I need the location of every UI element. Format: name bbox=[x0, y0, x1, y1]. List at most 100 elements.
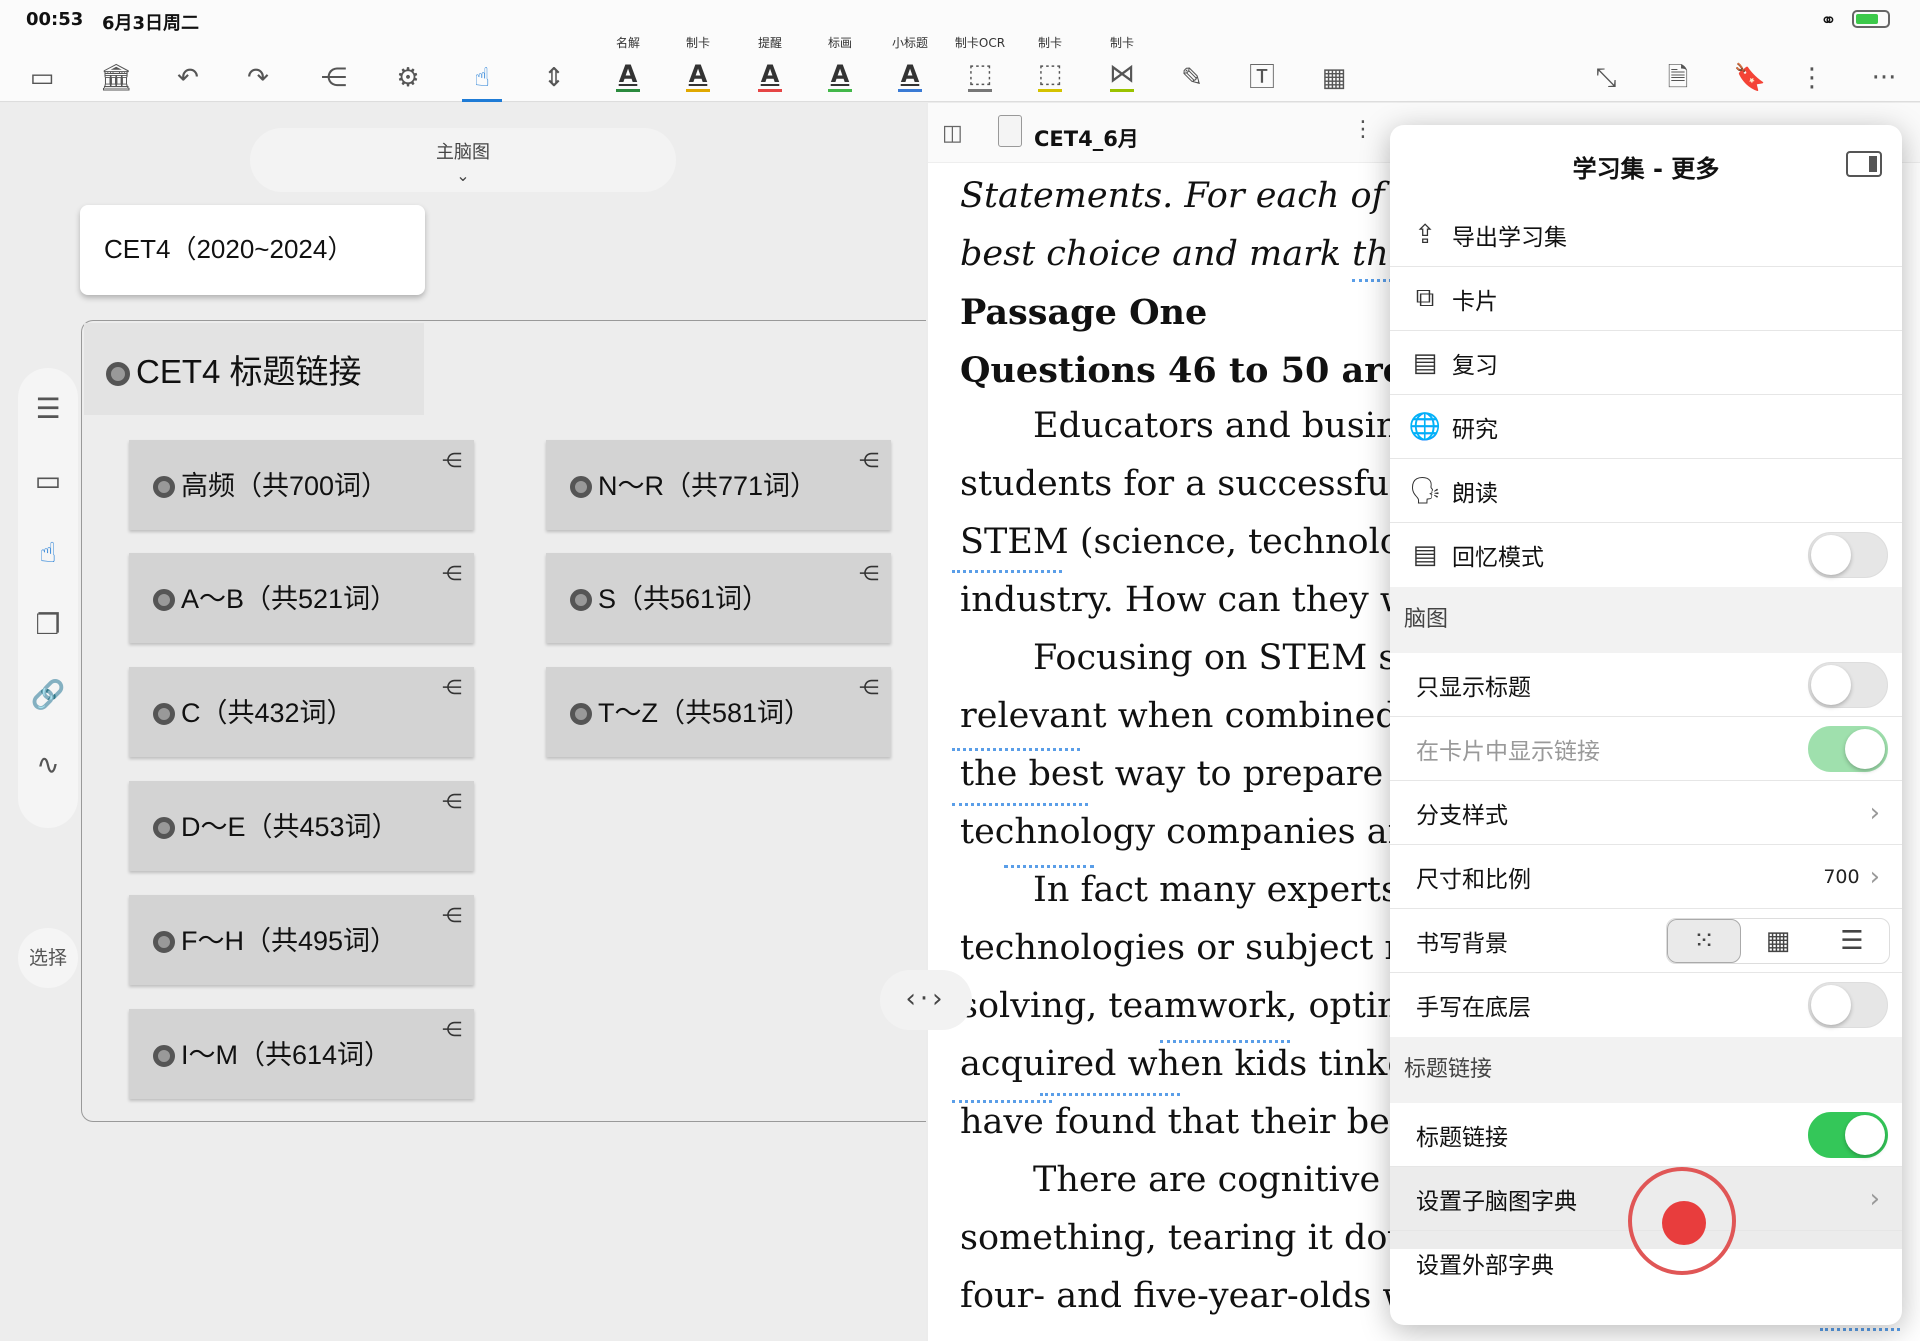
lasso-icon[interactable]: 制卡 ⋈ bbox=[1094, 36, 1150, 102]
main-mindmap-tab[interactable]: 主脑图 ⌄ bbox=[250, 128, 676, 192]
record-button[interactable] bbox=[1628, 1167, 1736, 1275]
tool-color-swatch bbox=[1110, 89, 1134, 92]
group-title-label: CET4 标题链接 bbox=[136, 353, 362, 390]
sidebar-panel-icon[interactable] bbox=[1846, 151, 1882, 177]
branch-icon[interactable]: ⋲ bbox=[859, 675, 879, 700]
pane-splitter-handle[interactable]: ‹·› bbox=[880, 970, 972, 1030]
branch-style-item[interactable]: 分支样式 › bbox=[1390, 781, 1902, 845]
lines-icon[interactable]: ☰ bbox=[1815, 919, 1889, 963]
branch-icon[interactable]: ⋲ bbox=[859, 561, 879, 586]
redo-icon[interactable]: ↷ bbox=[230, 40, 286, 102]
list-icon[interactable]: ☰ bbox=[18, 392, 78, 425]
branch-icon[interactable]: ⋲ bbox=[442, 789, 462, 814]
document-title[interactable]: CET4_6月 bbox=[1034, 123, 1139, 153]
mindmap-node[interactable]: N～R（共771词） ⋲ bbox=[546, 440, 891, 530]
node-label: D～E（共453词） bbox=[181, 812, 399, 842]
vertical-more-icon[interactable]: ⋮ bbox=[1352, 117, 1374, 142]
tool-caption: 制卡 bbox=[1109, 36, 1134, 50]
mindmap-node[interactable]: I～M（共614词） ⋲ bbox=[129, 1009, 474, 1099]
tool-glyph: ⬚ bbox=[967, 59, 993, 89]
left-tool-sidebar: ☰ ▭ ☝ ❐ 🔗 ∿ bbox=[18, 368, 78, 828]
tool-glyph: ↶ bbox=[177, 63, 199, 93]
title-link-toggle[interactable] bbox=[1808, 1111, 1888, 1158]
search-doc-icon[interactable]: 🗎 bbox=[1650, 40, 1706, 102]
collapse-icon[interactable]: ⤡ bbox=[1578, 40, 1634, 102]
document-line: Passage One bbox=[960, 292, 1208, 333]
gear-sync-icon[interactable]: ⚙ bbox=[380, 40, 436, 102]
node-label: I～M（共614词） bbox=[181, 1040, 392, 1070]
recall-mode-toggle[interactable] bbox=[1808, 532, 1888, 578]
link-icon[interactable]: 🔗 bbox=[18, 678, 78, 711]
group-title[interactable]: CET4 标题链接 bbox=[84, 323, 424, 415]
handwriting-bottom-toggle[interactable] bbox=[1808, 982, 1888, 1028]
rect-select-icon[interactable]: 制卡 ⬚ bbox=[1022, 36, 1078, 102]
export-set-item[interactable]: ⇪ 导出学习集 bbox=[1390, 203, 1902, 267]
writing-bg-item: 书写背景 ⁙ ▦ ☰ bbox=[1390, 909, 1902, 973]
mindmap-node[interactable]: A～B（共521词） ⋲ bbox=[129, 553, 474, 643]
textbox-icon[interactable]: 🅃 bbox=[1234, 40, 1290, 102]
bookmark-icon[interactable]: 🔖 bbox=[1722, 40, 1778, 102]
vertical-more-icon[interactable]: ⋮ bbox=[1784, 40, 1840, 102]
mindmap-node[interactable]: C（共432词） ⋲ bbox=[129, 667, 474, 757]
branch-icon[interactable]: ⋲ bbox=[442, 561, 462, 586]
mindmap-node[interactable]: 高频（共700词） ⋲ bbox=[129, 440, 474, 530]
mindmap-root-node[interactable]: CET4（2020~2024） bbox=[80, 205, 425, 295]
tool-glyph: ⇕ bbox=[543, 63, 565, 93]
text-highlight-icon[interactable]: 小标题 A bbox=[882, 36, 938, 102]
text-highlight-icon[interactable]: 标画 A bbox=[812, 36, 868, 102]
radio-icon bbox=[570, 589, 592, 611]
annotation-underline bbox=[952, 570, 1062, 573]
select-button[interactable]: 选择 bbox=[18, 928, 78, 988]
mindmap-node[interactable]: D～E（共453词） ⋲ bbox=[129, 781, 474, 871]
sidebar-toggle-icon[interactable]: ▭ bbox=[14, 40, 70, 102]
pointer-hand-icon[interactable]: ☝ bbox=[454, 40, 510, 102]
tool-glyph: 🅃 bbox=[1248, 63, 1275, 93]
review-item[interactable]: ▤ 复习 bbox=[1390, 331, 1902, 395]
image-icon[interactable]: ▦ bbox=[1306, 40, 1362, 102]
only-titles-item: 只显示标题 bbox=[1390, 653, 1902, 717]
document-line: the best way to prepare t bbox=[960, 754, 1409, 794]
tool-glyph: ⋲ bbox=[321, 63, 347, 93]
tool-glyph: ⋈ bbox=[1109, 59, 1135, 89]
tool-glyph: ▦ bbox=[1321, 63, 1347, 93]
tool-glyph: ⋮ bbox=[1799, 63, 1825, 93]
mindmap-node[interactable]: S（共561词） ⋲ bbox=[546, 553, 891, 643]
show-links-toggle bbox=[1808, 725, 1888, 772]
text-highlight-icon[interactable]: 名解 A bbox=[600, 36, 656, 102]
handwriting-icon[interactable]: ∿ bbox=[18, 748, 78, 781]
rect-select-icon[interactable]: 制卡OCR ⬚ bbox=[952, 36, 1008, 102]
mindmap-icon[interactable]: ⋲ bbox=[306, 40, 362, 102]
only-titles-toggle[interactable] bbox=[1808, 661, 1888, 708]
menu-label: 标题链接 bbox=[1416, 1124, 1508, 1151]
expand-icon[interactable]: ⇕ bbox=[526, 40, 582, 102]
tool-glyph: ↷ bbox=[247, 63, 269, 93]
text-highlight-icon[interactable]: 制卡 A bbox=[670, 36, 726, 102]
branch-icon[interactable]: ⋲ bbox=[442, 448, 462, 473]
branch-icon[interactable]: ⋲ bbox=[859, 448, 879, 473]
more-icon[interactable]: ··· bbox=[1856, 40, 1912, 102]
tool-glyph: ⤡ bbox=[1595, 63, 1617, 93]
branch-icon[interactable]: ⋲ bbox=[442, 1017, 462, 1042]
branch-icon[interactable]: ⋲ bbox=[442, 903, 462, 928]
pages-icon[interactable]: ❐ bbox=[18, 608, 78, 641]
mindmap-node[interactable]: F～H（共495词） ⋲ bbox=[129, 895, 474, 985]
text-highlight-icon[interactable]: 提醒 A bbox=[742, 36, 798, 102]
dots-grid-icon[interactable]: ⁙ bbox=[1667, 918, 1741, 963]
read-aloud-item[interactable]: 🗣 朗读 bbox=[1390, 459, 1902, 523]
library-icon[interactable]: 🏛 bbox=[88, 40, 144, 102]
branch-icon[interactable]: ⋲ bbox=[442, 675, 462, 700]
cards-item[interactable]: ⧉ 卡片 bbox=[1390, 267, 1902, 331]
grid-icon[interactable]: ▦ bbox=[1741, 919, 1815, 963]
pointer-hand-icon[interactable]: ☝ bbox=[18, 536, 78, 569]
tool-color-swatch bbox=[616, 89, 640, 92]
pencil-icon[interactable]: ✎ bbox=[1164, 40, 1220, 102]
undo-icon[interactable]: ↶ bbox=[160, 40, 216, 102]
split-view-icon[interactable]: ◫ bbox=[942, 121, 963, 146]
status-date: 6月3日周二 bbox=[102, 13, 200, 34]
size-scale-item[interactable]: 尺寸和比例 700 › bbox=[1390, 845, 1902, 909]
tool-caption: 制卡 bbox=[685, 36, 710, 50]
mindmap-node[interactable]: T～Z（共581词） ⋲ bbox=[546, 667, 891, 757]
tool-glyph: ⚙ bbox=[396, 63, 420, 93]
research-item[interactable]: 🌐 研究 bbox=[1390, 395, 1902, 459]
layout-icon[interactable]: ▭ bbox=[18, 464, 78, 497]
